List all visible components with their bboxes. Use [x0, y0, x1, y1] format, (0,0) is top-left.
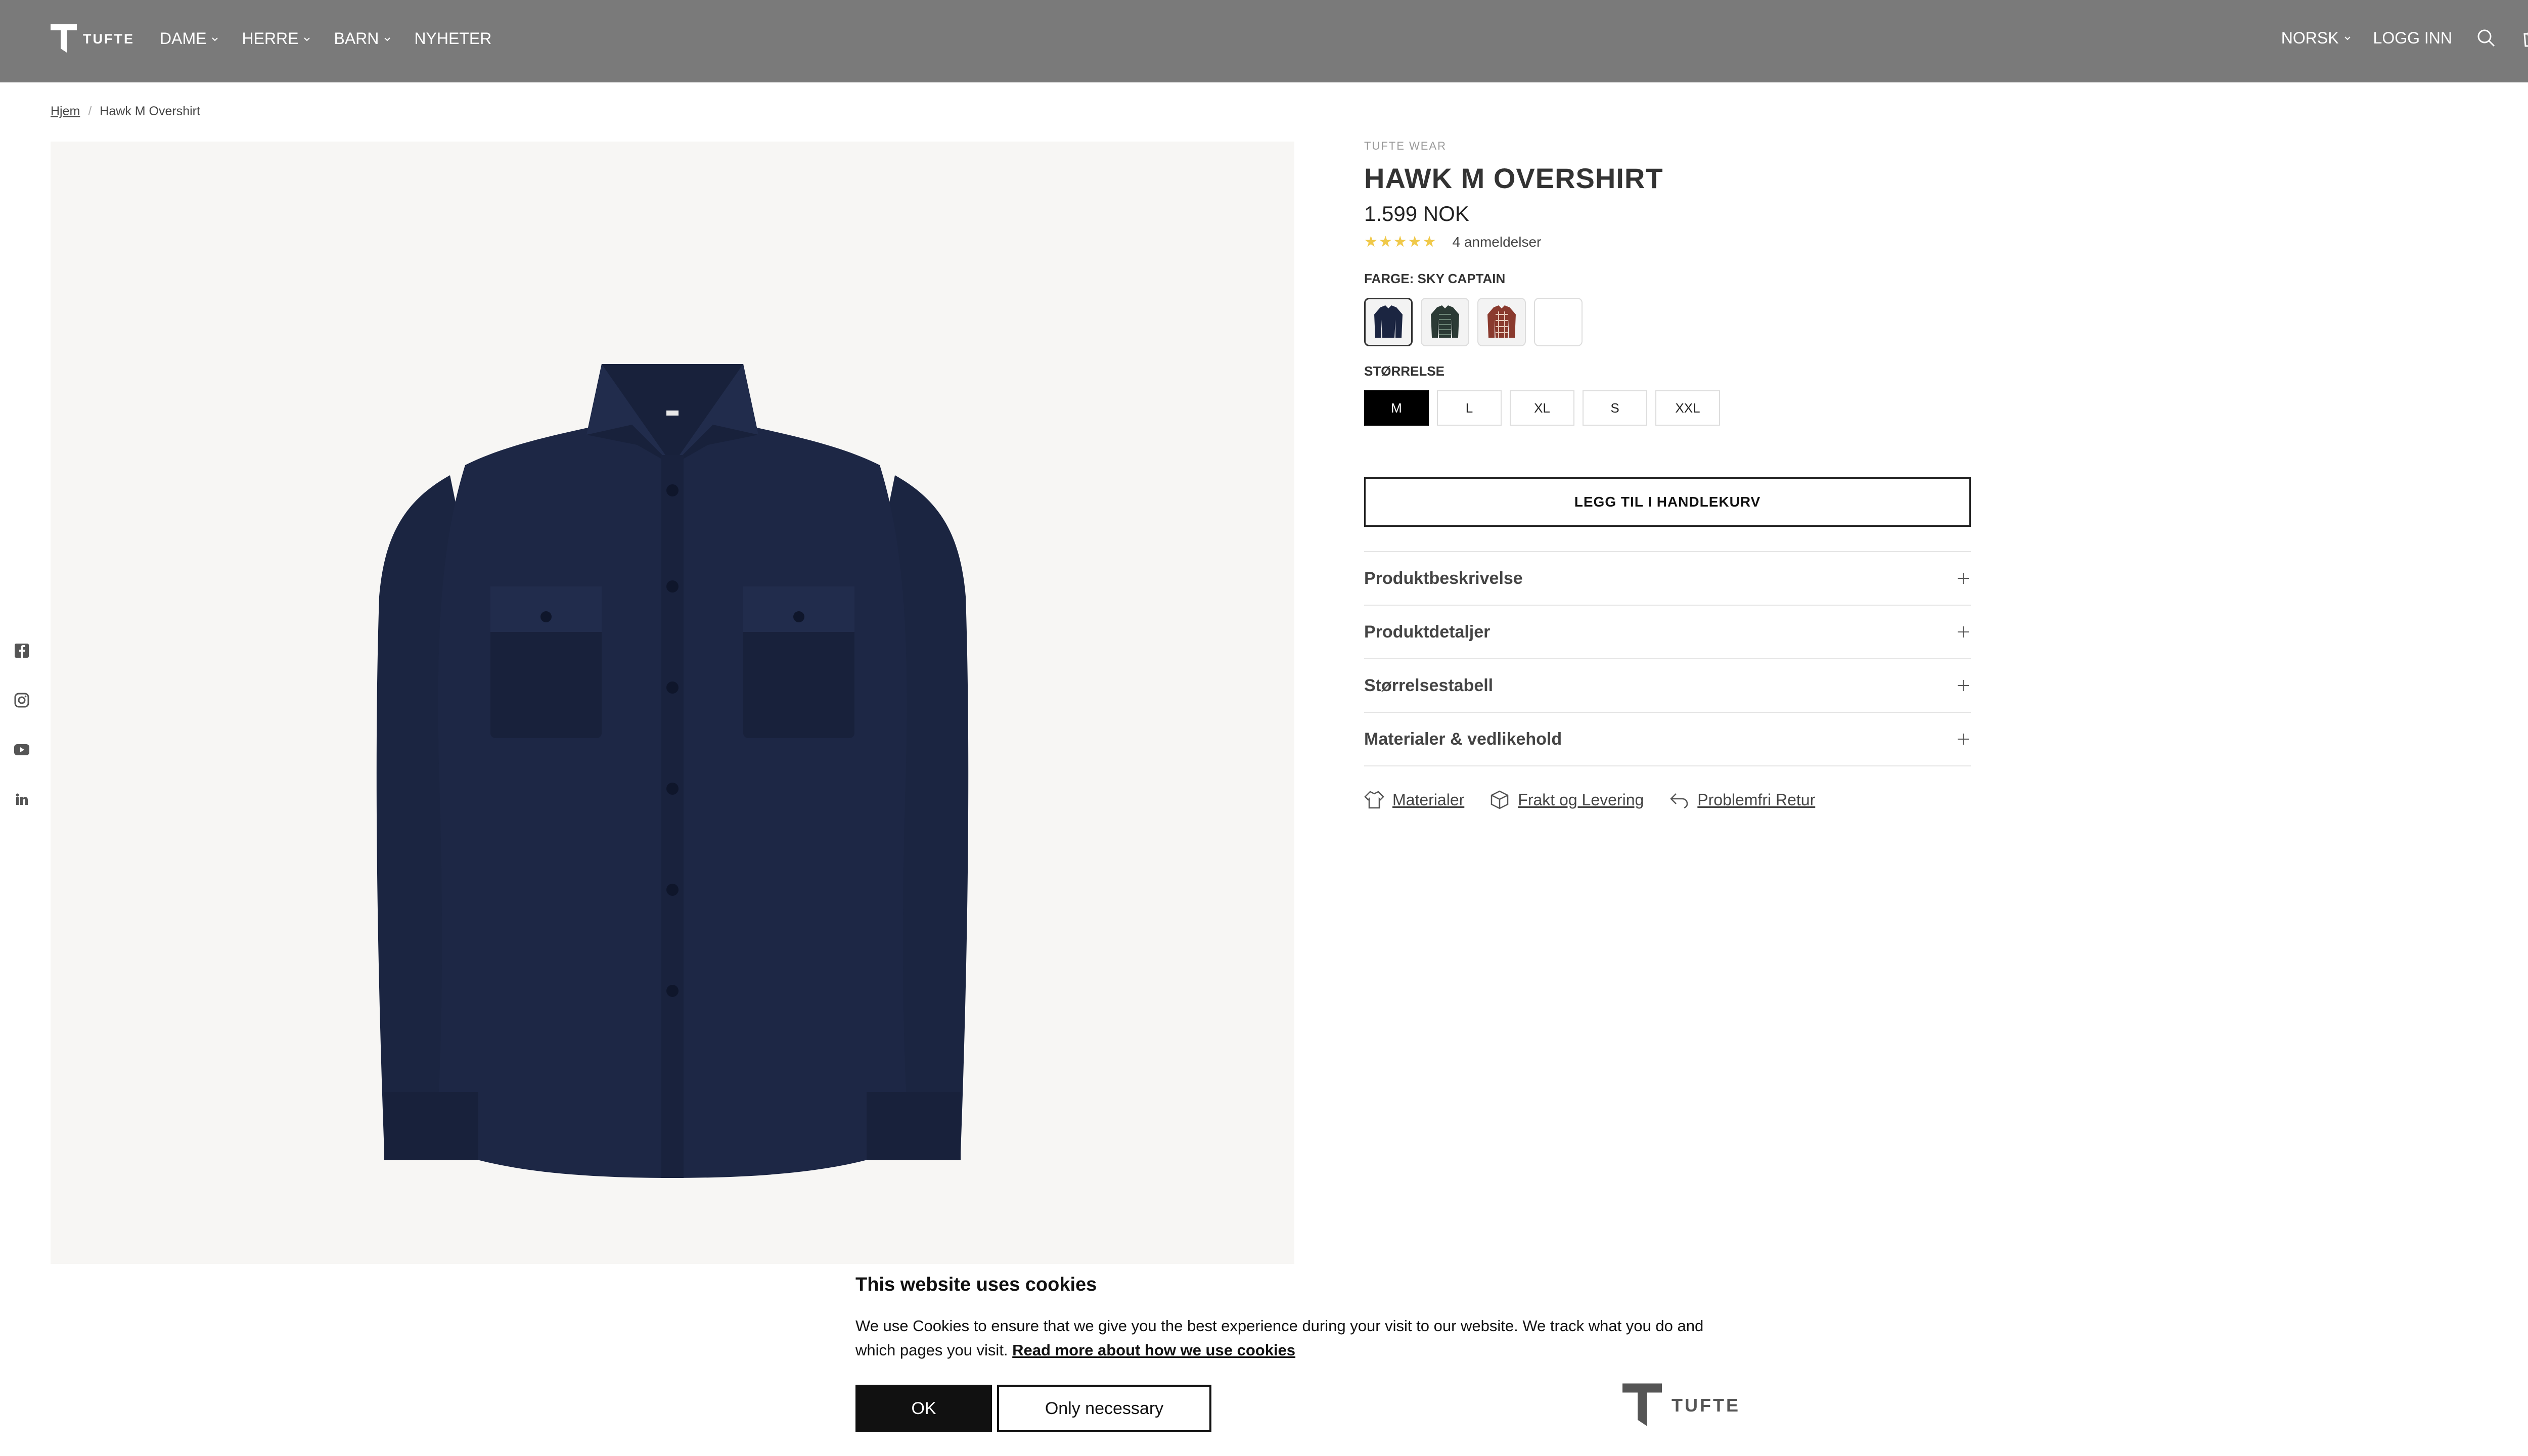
review-count: 4 anmeldelser [1452, 234, 1542, 250]
instagram-icon[interactable] [13, 692, 30, 709]
cart-icon [2523, 31, 2528, 47]
swatch-red-check[interactable] [1477, 298, 1526, 346]
size-label: STØRRELSE [1364, 363, 1444, 379]
size-options: M L XL S XXL [1364, 390, 1971, 426]
search-button[interactable] [2474, 26, 2498, 50]
shirt-thumbnail-icon [1374, 305, 1403, 338]
chevron-down-icon [2344, 36, 2351, 40]
header-actions: NORSK LOGG INN 0 [2281, 26, 2528, 50]
shirt-outline-icon [1364, 791, 1384, 809]
nav-item-herre[interactable]: HERRE [242, 29, 310, 48]
nav-item-dame[interactable]: DAME [160, 29, 218, 48]
size-option-xl[interactable]: XL [1510, 390, 1574, 426]
size-option-m[interactable]: M [1364, 390, 1429, 426]
social-links [13, 642, 30, 808]
breadcrumb-separator: / [88, 104, 92, 118]
chevron-down-icon [384, 37, 391, 41]
cookie-banner-logo: TUFTE [1621, 1381, 1740, 1430]
tufte-logo-icon [51, 24, 77, 53]
nav-item-nyheter[interactable]: NYHETER [414, 29, 491, 48]
product-info: TUFTE WEAR HAWK M OVERSHIRT 1.599 NOK ★★… [1364, 140, 1971, 810]
breadcrumb: Hjem / Hawk M Overshirt [51, 104, 200, 119]
accordion-label: Materialer & vedlikehold [1364, 729, 1562, 749]
search-icon [2477, 29, 2495, 47]
accordion-product-description[interactable]: Produktbeskrivelse [1364, 552, 1971, 606]
login-link[interactable]: LOGG INN [2373, 29, 2452, 48]
shipping-link-label: Frakt og Levering [1518, 790, 1644, 809]
plus-icon [1958, 573, 1969, 584]
site-header: TUFTE DAME HERRE BARN NYHETER NORSK LOGG… [0, 0, 2528, 82]
chevron-down-icon [212, 37, 218, 41]
breadcrumb-home-link[interactable]: Hjem [51, 104, 80, 119]
main-nav: DAME HERRE BARN NYHETER [160, 29, 491, 48]
cart-button[interactable]: 0 [2520, 26, 2528, 50]
product-rating[interactable]: ★★★★★ 4 anmeldelser [1364, 233, 1971, 251]
chevron-down-icon [304, 37, 310, 41]
materials-link[interactable]: Materialer [1364, 790, 1464, 810]
product-vendor: TUFTE WEAR [1364, 140, 1447, 152]
product-title: HAWK M OVERSHIRT [1364, 162, 1663, 194]
cookie-read-more-link[interactable]: Read more about how we use cookies [1012, 1341, 1295, 1359]
plus-icon [1958, 626, 1969, 638]
add-to-cart-button[interactable]: LEGG TIL I HANDLEKURV [1364, 477, 1971, 527]
cookie-text: We use Cookies to ensure that we give yo… [855, 1314, 1745, 1362]
nav-label: DAME [160, 29, 207, 48]
product-image[interactable] [51, 142, 1294, 1264]
logo-text: TUFTE [83, 31, 134, 47]
swatch-sky-captain[interactable] [1364, 298, 1413, 346]
plus-icon [1958, 734, 1969, 745]
brand-logo[interactable]: TUFTE [50, 23, 134, 55]
nav-label: NYHETER [414, 29, 492, 48]
accordion-materials-care[interactable]: Materialer & vedlikehold [1364, 713, 1971, 766]
size-option-l[interactable]: L [1437, 390, 1502, 426]
language-label: NORSK [2281, 28, 2339, 47]
accordion-label: Størrelsestabell [1364, 675, 1494, 695]
returns-link[interactable]: Problemfri Retur [1669, 790, 1815, 810]
accordion-size-chart[interactable]: Størrelsestabell [1364, 659, 1971, 713]
color-label: FARGE: SKY CAPTAIN [1364, 271, 1506, 286]
facebook-icon[interactable] [13, 642, 30, 659]
plus-icon [1958, 680, 1969, 691]
linkedin-icon[interactable] [13, 791, 30, 808]
nav-item-barn[interactable]: BARN [334, 29, 391, 48]
accordion-label: Produktbeskrivelse [1364, 568, 1523, 588]
cookie-title: This website uses cookies [855, 1274, 1097, 1295]
materials-link-label: Materialer [1392, 790, 1465, 809]
product-accordion: Produktbeskrivelse Produktdetaljer Størr… [1364, 551, 1971, 766]
shirt-thumbnail-icon [1431, 305, 1459, 338]
color-swatches [1364, 298, 1971, 346]
feature-links: Materialer Frakt og Levering Problemfri … [1364, 790, 1971, 810]
cookie-ok-button[interactable]: OK [855, 1385, 992, 1432]
cookie-only-necessary-button[interactable]: Only necessary [997, 1385, 1211, 1432]
shirt-thumbnail-icon [1487, 305, 1516, 338]
swatch-blank[interactable] [1534, 298, 1583, 346]
returns-link-label: Problemfri Retur [1697, 790, 1816, 809]
return-arrow-icon [1670, 793, 1688, 809]
youtube-icon[interactable] [13, 741, 30, 758]
box-icon [1491, 790, 1509, 809]
nav-label: BARN [334, 29, 379, 48]
swatch-green-check[interactable] [1421, 298, 1469, 346]
language-selector[interactable]: NORSK [2281, 29, 2351, 48]
nav-label: HERRE [242, 29, 299, 48]
size-option-xxl[interactable]: XXL [1655, 390, 1720, 426]
accordion-product-details[interactable]: Produktdetaljer [1364, 606, 1971, 659]
shirt-illustration [376, 364, 969, 1178]
product-price: 1.599 NOK [1364, 202, 1469, 225]
accordion-label: Produktdetaljer [1364, 622, 1491, 642]
shipping-link[interactable]: Frakt og Levering [1489, 790, 1644, 810]
rating-stars: ★★★★★ [1364, 234, 1437, 250]
tufte-logo-icon [1622, 1383, 1662, 1426]
cookie-logo-text: TUFTE [1672, 1395, 1740, 1416]
size-option-s[interactable]: S [1583, 390, 1647, 426]
breadcrumb-current: Hawk M Overshirt [100, 104, 200, 118]
